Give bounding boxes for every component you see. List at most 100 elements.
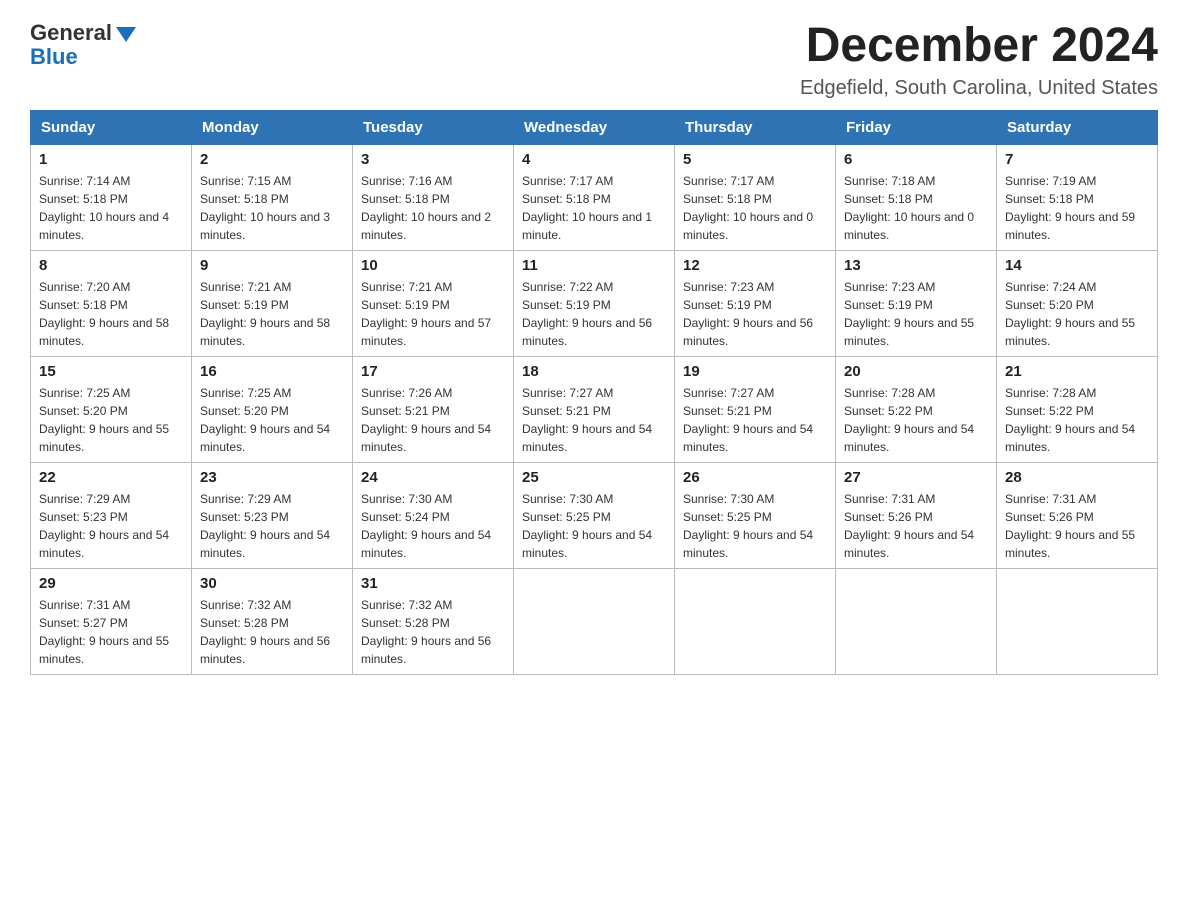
calendar-cell: 2 Sunrise: 7:15 AM Sunset: 5:18 PM Dayli… xyxy=(192,144,353,250)
logo-line1: General xyxy=(30,20,136,46)
calendar-cell: 22 Sunrise: 7:29 AM Sunset: 5:23 PM Dayl… xyxy=(31,462,192,568)
calendar-cell: 10 Sunrise: 7:21 AM Sunset: 5:19 PM Dayl… xyxy=(353,250,514,356)
calendar-cell: 24 Sunrise: 7:30 AM Sunset: 5:24 PM Dayl… xyxy=(353,462,514,568)
day-number: 9 xyxy=(200,257,344,274)
calendar-cell: 9 Sunrise: 7:21 AM Sunset: 5:19 PM Dayli… xyxy=(192,250,353,356)
day-number: 3 xyxy=(361,151,505,168)
day-info: Sunrise: 7:27 AM Sunset: 5:21 PM Dayligh… xyxy=(522,384,666,456)
day-info: Sunrise: 7:27 AM Sunset: 5:21 PM Dayligh… xyxy=(683,384,827,456)
day-number: 26 xyxy=(683,469,827,486)
day-info: Sunrise: 7:20 AM Sunset: 5:18 PM Dayligh… xyxy=(39,278,183,350)
day-number: 1 xyxy=(39,151,183,168)
calendar-cell: 20 Sunrise: 7:28 AM Sunset: 5:22 PM Dayl… xyxy=(836,356,997,462)
day-number: 11 xyxy=(522,257,666,274)
calendar-cell xyxy=(514,568,675,674)
day-info: Sunrise: 7:30 AM Sunset: 5:25 PM Dayligh… xyxy=(522,490,666,562)
day-info: Sunrise: 7:25 AM Sunset: 5:20 PM Dayligh… xyxy=(200,384,344,456)
calendar-cell xyxy=(997,568,1158,674)
calendar-week-row: 29 Sunrise: 7:31 AM Sunset: 5:27 PM Dayl… xyxy=(31,568,1158,674)
calendar-cell: 31 Sunrise: 7:32 AM Sunset: 5:28 PM Dayl… xyxy=(353,568,514,674)
calendar-cell: 25 Sunrise: 7:30 AM Sunset: 5:25 PM Dayl… xyxy=(514,462,675,568)
calendar-week-row: 8 Sunrise: 7:20 AM Sunset: 5:18 PM Dayli… xyxy=(31,250,1158,356)
day-info: Sunrise: 7:31 AM Sunset: 5:26 PM Dayligh… xyxy=(1005,490,1149,562)
weekday-header-wednesday: Wednesday xyxy=(514,110,675,144)
day-info: Sunrise: 7:25 AM Sunset: 5:20 PM Dayligh… xyxy=(39,384,183,456)
calendar-cell: 15 Sunrise: 7:25 AM Sunset: 5:20 PM Dayl… xyxy=(31,356,192,462)
day-info: Sunrise: 7:26 AM Sunset: 5:21 PM Dayligh… xyxy=(361,384,505,456)
day-number: 30 xyxy=(200,575,344,592)
weekday-header-saturday: Saturday xyxy=(997,110,1158,144)
calendar-cell: 23 Sunrise: 7:29 AM Sunset: 5:23 PM Dayl… xyxy=(192,462,353,568)
title-block: December 2024 Edgefield, South Carolina,… xyxy=(800,20,1158,100)
calendar-cell: 21 Sunrise: 7:28 AM Sunset: 5:22 PM Dayl… xyxy=(997,356,1158,462)
calendar-cell: 6 Sunrise: 7:18 AM Sunset: 5:18 PM Dayli… xyxy=(836,144,997,250)
weekday-header-sunday: Sunday xyxy=(31,110,192,144)
calendar-cell: 29 Sunrise: 7:31 AM Sunset: 5:27 PM Dayl… xyxy=(31,568,192,674)
day-info: Sunrise: 7:29 AM Sunset: 5:23 PM Dayligh… xyxy=(200,490,344,562)
calendar-cell: 27 Sunrise: 7:31 AM Sunset: 5:26 PM Dayl… xyxy=(836,462,997,568)
calendar-cell xyxy=(675,568,836,674)
day-number: 15 xyxy=(39,363,183,380)
day-info: Sunrise: 7:19 AM Sunset: 5:18 PM Dayligh… xyxy=(1005,172,1149,244)
day-number: 16 xyxy=(200,363,344,380)
day-number: 2 xyxy=(200,151,344,168)
day-number: 14 xyxy=(1005,257,1149,274)
weekday-header-monday: Monday xyxy=(192,110,353,144)
day-number: 22 xyxy=(39,469,183,486)
day-number: 5 xyxy=(683,151,827,168)
month-title: December 2024 xyxy=(800,20,1158,73)
calendar-cell: 18 Sunrise: 7:27 AM Sunset: 5:21 PM Dayl… xyxy=(514,356,675,462)
logo: General Blue xyxy=(30,20,136,70)
day-info: Sunrise: 7:28 AM Sunset: 5:22 PM Dayligh… xyxy=(844,384,988,456)
calendar-cell: 17 Sunrise: 7:26 AM Sunset: 5:21 PM Dayl… xyxy=(353,356,514,462)
calendar-cell: 7 Sunrise: 7:19 AM Sunset: 5:18 PM Dayli… xyxy=(997,144,1158,250)
calendar-cell: 11 Sunrise: 7:22 AM Sunset: 5:19 PM Dayl… xyxy=(514,250,675,356)
day-info: Sunrise: 7:23 AM Sunset: 5:19 PM Dayligh… xyxy=(844,278,988,350)
day-number: 29 xyxy=(39,575,183,592)
day-number: 4 xyxy=(522,151,666,168)
calendar-cell: 13 Sunrise: 7:23 AM Sunset: 5:19 PM Dayl… xyxy=(836,250,997,356)
location-title: Edgefield, South Carolina, United States xyxy=(800,77,1158,100)
page-header: General Blue December 2024 Edgefield, So… xyxy=(30,20,1158,100)
day-number: 17 xyxy=(361,363,505,380)
calendar-cell: 19 Sunrise: 7:27 AM Sunset: 5:21 PM Dayl… xyxy=(675,356,836,462)
day-number: 28 xyxy=(1005,469,1149,486)
day-number: 23 xyxy=(200,469,344,486)
weekday-header-thursday: Thursday xyxy=(675,110,836,144)
day-number: 27 xyxy=(844,469,988,486)
day-number: 20 xyxy=(844,363,988,380)
day-info: Sunrise: 7:32 AM Sunset: 5:28 PM Dayligh… xyxy=(200,596,344,668)
day-number: 31 xyxy=(361,575,505,592)
day-info: Sunrise: 7:30 AM Sunset: 5:25 PM Dayligh… xyxy=(683,490,827,562)
day-number: 10 xyxy=(361,257,505,274)
day-info: Sunrise: 7:23 AM Sunset: 5:19 PM Dayligh… xyxy=(683,278,827,350)
day-info: Sunrise: 7:17 AM Sunset: 5:18 PM Dayligh… xyxy=(683,172,827,244)
logo-line2: Blue xyxy=(30,44,78,70)
day-info: Sunrise: 7:29 AM Sunset: 5:23 PM Dayligh… xyxy=(39,490,183,562)
calendar-week-row: 1 Sunrise: 7:14 AM Sunset: 5:18 PM Dayli… xyxy=(31,144,1158,250)
calendar-cell: 5 Sunrise: 7:17 AM Sunset: 5:18 PM Dayli… xyxy=(675,144,836,250)
day-info: Sunrise: 7:18 AM Sunset: 5:18 PM Dayligh… xyxy=(844,172,988,244)
day-info: Sunrise: 7:24 AM Sunset: 5:20 PM Dayligh… xyxy=(1005,278,1149,350)
day-number: 12 xyxy=(683,257,827,274)
day-number: 6 xyxy=(844,151,988,168)
calendar-cell: 14 Sunrise: 7:24 AM Sunset: 5:20 PM Dayl… xyxy=(997,250,1158,356)
day-info: Sunrise: 7:30 AM Sunset: 5:24 PM Dayligh… xyxy=(361,490,505,562)
day-number: 7 xyxy=(1005,151,1149,168)
day-number: 25 xyxy=(522,469,666,486)
weekday-header-row: SundayMondayTuesdayWednesdayThursdayFrid… xyxy=(31,110,1158,144)
calendar-cell: 1 Sunrise: 7:14 AM Sunset: 5:18 PM Dayli… xyxy=(31,144,192,250)
calendar-week-row: 15 Sunrise: 7:25 AM Sunset: 5:20 PM Dayl… xyxy=(31,356,1158,462)
day-info: Sunrise: 7:16 AM Sunset: 5:18 PM Dayligh… xyxy=(361,172,505,244)
calendar-cell: 8 Sunrise: 7:20 AM Sunset: 5:18 PM Dayli… xyxy=(31,250,192,356)
day-number: 8 xyxy=(39,257,183,274)
calendar-week-row: 22 Sunrise: 7:29 AM Sunset: 5:23 PM Dayl… xyxy=(31,462,1158,568)
calendar-cell: 12 Sunrise: 7:23 AM Sunset: 5:19 PM Dayl… xyxy=(675,250,836,356)
day-info: Sunrise: 7:17 AM Sunset: 5:18 PM Dayligh… xyxy=(522,172,666,244)
calendar-cell: 16 Sunrise: 7:25 AM Sunset: 5:20 PM Dayl… xyxy=(192,356,353,462)
calendar-cell: 3 Sunrise: 7:16 AM Sunset: 5:18 PM Dayli… xyxy=(353,144,514,250)
calendar-table: SundayMondayTuesdayWednesdayThursdayFrid… xyxy=(30,110,1158,675)
day-info: Sunrise: 7:21 AM Sunset: 5:19 PM Dayligh… xyxy=(200,278,344,350)
calendar-cell xyxy=(836,568,997,674)
calendar-cell: 26 Sunrise: 7:30 AM Sunset: 5:25 PM Dayl… xyxy=(675,462,836,568)
